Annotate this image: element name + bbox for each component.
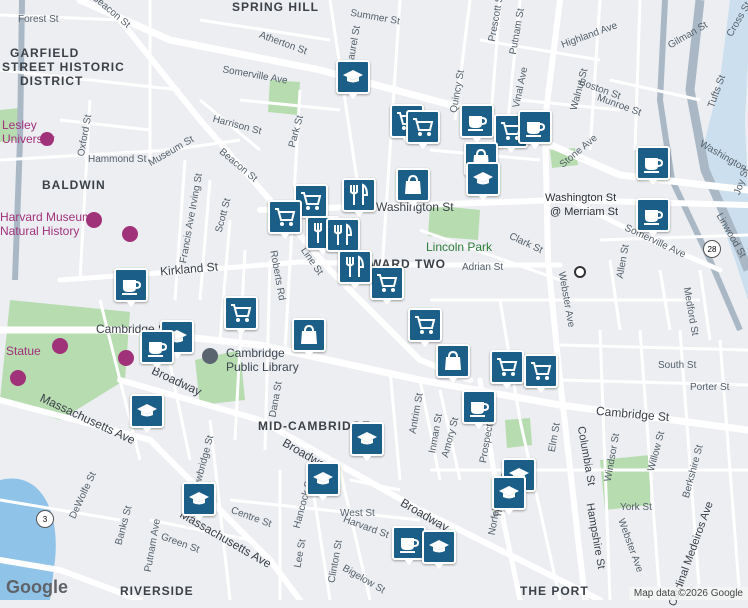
education-marker[interactable] [466,162,500,201]
cafe-icon [148,342,168,357]
transit-stop-label: @ Merriam St [550,206,619,218]
shopping-cart-icon [413,118,434,136]
education-marker[interactable] [336,60,370,99]
neighborhood-label: RIVERSIDE [120,584,194,598]
education-marker[interactable] [306,462,340,501]
street-label: Adrian St [462,262,504,273]
cafe-icon [644,158,664,173]
cafe-marker[interactable] [462,390,496,429]
map-attribution[interactable]: Map data ©2026 Google [628,587,748,600]
restaurant-marker[interactable] [342,178,376,217]
restaurant-icon [334,223,353,245]
restaurant-marker[interactable] [338,250,372,289]
education-icon [357,432,377,445]
grocery-marker[interactable] [406,110,440,149]
grocery-marker[interactable] [370,266,404,305]
library-icon [202,348,218,364]
neighborhood-label: BALDWIN [42,178,106,192]
university-label: Lesley [2,118,37,132]
grocery-marker[interactable] [268,200,302,239]
shopping-bag-icon [445,350,461,370]
transit-stop-label: Washington St [545,192,617,204]
shopping-cart-icon [377,274,398,292]
museum-icon [86,212,102,228]
shopping-bag-icon [405,174,421,194]
cafe-icon [122,280,142,295]
shop-marker[interactable] [436,344,470,383]
route-shield: 3 [36,510,54,528]
cafe-icon [644,210,664,225]
cafe-icon [400,538,420,553]
museum-icon [122,226,138,242]
museum-label: Harvard Museum [0,210,93,224]
shop-marker[interactable] [292,318,326,357]
neighborhood-label: SPRING HILL [232,0,320,14]
shop-marker[interactable] [396,168,430,207]
cafe-marker[interactable] [114,268,148,307]
education-marker[interactable] [422,530,456,569]
education-icon [429,540,449,553]
shopping-cart-icon [301,192,322,210]
neighborhood-label: STREET HISTORIC [2,60,125,74]
cafe-icon [468,116,488,131]
university-icon [40,132,54,146]
grocery-marker[interactable] [490,350,524,389]
restaurant-icon [346,255,365,277]
shopping-cart-icon [497,358,518,376]
neighborhood-label: THE PORT [520,584,589,598]
shopping-bag-icon [301,324,317,344]
route-shield: 28 [703,240,721,258]
street-label: Porter St [690,382,730,393]
education-marker[interactable] [492,476,526,515]
street-label: York St [620,502,652,513]
cafe-marker[interactable] [636,146,670,185]
education-icon [473,172,493,185]
museum-icon [118,350,134,366]
google-logo: Google [6,577,68,597]
cafe-icon [526,122,546,137]
street-label: Forest St [18,14,59,25]
statue-label: Statue [6,344,41,358]
cafe-marker[interactable] [140,330,174,369]
education-marker[interactable] [130,394,164,433]
shopping-cart-icon [231,304,252,322]
education-icon [343,70,363,83]
bus-stop-icon[interactable] [574,266,586,278]
shopping-cart-icon [531,362,552,380]
education-icon [189,492,209,505]
cafe-marker[interactable] [518,110,552,149]
neighborhood-label: GARFIELD [10,46,80,60]
restaurant-marker[interactable] [326,218,360,257]
museum-label: Natural History [0,224,80,238]
grocery-marker[interactable] [408,308,442,347]
park-label: Lincoln Park [426,240,493,254]
street-label: South St [658,360,697,371]
shopping-cart-icon [415,316,436,334]
library-label: Public Library [226,360,299,374]
grocery-marker[interactable] [224,296,258,335]
education-marker[interactable] [182,482,216,521]
library-label: Cambridge [226,346,285,360]
cafe-marker[interactable] [636,198,670,237]
neighborhood-label: DISTRICT [20,74,84,88]
education-marker[interactable] [350,422,384,461]
camera-icon [10,370,26,386]
street-label: Hammond St [88,154,147,165]
restaurant-icon [350,183,369,205]
shopping-cart-icon [275,208,296,226]
cafe-marker[interactable] [460,104,494,143]
cafe-icon [470,402,490,417]
education-icon [137,404,157,417]
education-icon [313,472,333,485]
cafe-marker[interactable] [392,526,426,565]
grocery-marker[interactable] [524,354,558,393]
monument-icon [52,338,68,354]
education-icon [499,486,519,499]
